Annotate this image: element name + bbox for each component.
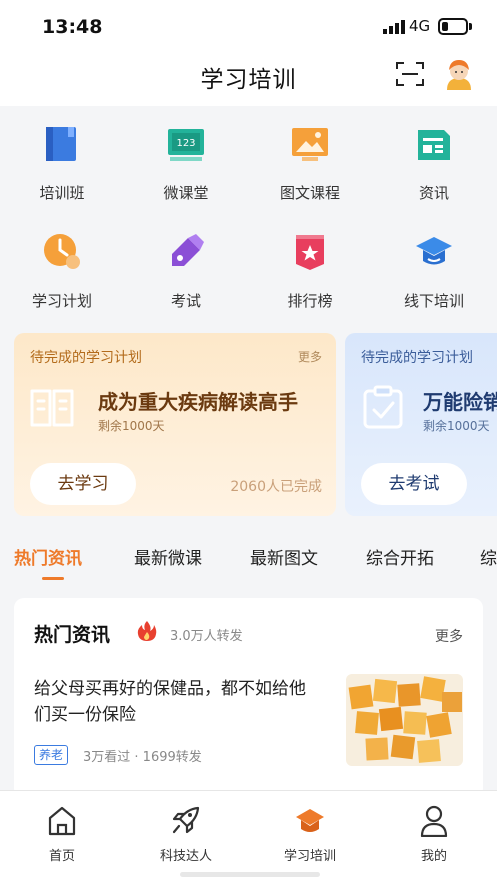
home-indicator [180,872,320,877]
tabbar-item-study-training[interactable]: 学习培训 [248,791,372,871]
go-exam-button[interactable]: 去考试 [361,463,467,505]
grid-label: 微课堂 [163,184,209,202]
news-icon [418,130,450,160]
tabbar-label: 科技达人 [159,849,212,864]
card-more-link[interactable]: 更多 [298,348,322,365]
signal-icon [383,20,405,34]
rocket-icon [172,806,200,834]
grid-label: 线下培训 [403,292,464,310]
scan-icon[interactable] [396,61,424,87]
grid-label: 排行榜 [287,292,333,310]
board-icon: 123 [168,129,204,161]
grid-label: 培训班 [39,184,85,202]
network-label: 4G [409,17,431,35]
tab-comprehensive[interactable]: 综合开拓 [366,544,434,569]
grid-item-leaderboard[interactable]: 排行榜 [248,214,372,314]
article-title[interactable]: 给父母买再好的保健品，都不如给他们买一份保险 [34,676,316,728]
status-time: 13:48 [42,16,103,38]
grid-label: 学习计划 [31,292,92,310]
hot-news-card: 热门资讯 3.0万人转发 更多 给父母买再好的保健品，都不如给他们买一份保险 养… [14,598,483,798]
news-share-count: 3.0万人转发 [170,629,243,644]
tab-underline [42,577,64,580]
grid-item-offline-training[interactable]: 线下培训 [372,214,496,314]
status-bar: 13:48 4G [0,0,497,52]
tabbar-item-home[interactable]: 首页 [0,791,124,871]
avatar[interactable] [444,58,474,90]
bottom-tab-bar: 首页 科技达人 学习培训 我的 [0,790,497,883]
tab-latest-microclass[interactable]: 最新微课 [134,544,202,569]
exam-plan-card[interactable]: 待完成的学习计划 万能险销 剩余1000天 去考试 [345,333,497,516]
tab-hot-news[interactable]: 热门资讯 [14,544,82,569]
home-icon [48,806,76,836]
go-study-button[interactable]: 去学习 [30,463,136,505]
rank-icon [296,235,324,270]
tabbar-item-mine[interactable]: 我的 [372,791,496,871]
grid-item-micro-class[interactable]: 123 微课堂 [124,106,248,206]
clipboard-check-icon [363,385,403,429]
fire-icon [137,621,157,641]
tabbar-item-tech-expert[interactable]: 科技达人 [124,791,248,871]
person-icon [420,805,448,837]
card-completed-count: 2060人已完成 [230,479,322,495]
news-more-link[interactable]: 更多 [435,626,463,646]
tab-latest-articles[interactable]: 最新图文 [250,544,318,569]
pen-icon [172,234,204,266]
card-remaining: 剩余1000天 [423,419,490,433]
graduation-cap-icon [416,237,452,265]
card-title: 成为重大疾病解读高手 [98,390,298,414]
grid-label: 考试 [170,292,201,310]
grid-item-training-class[interactable]: 培训班 [0,106,124,206]
graduation-cap-icon [296,809,324,832]
article-meta: 3万看过 · 1699转发 [83,750,202,765]
book-icon [46,127,76,161]
news-tabs: 热门资讯 最新微课 最新图文 综合开拓 综 [0,530,497,586]
news-section-title: 热门资讯 [34,624,111,646]
battery-icon [438,18,468,35]
article-tag[interactable]: 养老 [34,745,69,765]
clock-icon [44,234,80,269]
tabbar-label: 首页 [48,849,75,864]
svg-text:123: 123 [176,138,195,149]
grid-item-news[interactable]: 资讯 [372,106,496,206]
card-title: 万能险销 [423,390,497,414]
grid-item-exam[interactable]: 考试 [124,214,248,314]
card-label: 待完成的学习计划 [361,350,473,366]
tabbar-label: 我的 [420,849,447,864]
app-header: 学习培训 [0,52,497,106]
feature-grid: 培训班 123 微课堂 图文课程 资讯 学习计划 考试 排行榜 线下培训 [0,106,497,328]
battery-cap [469,23,472,30]
study-plan-card[interactable]: 待完成的学习计划 更多 成为重大疾病解读高手 剩余1000天 去学习 2060人… [14,333,336,516]
grid-item-study-plan[interactable]: 学习计划 [0,214,124,314]
card-label: 待完成的学习计划 [30,350,142,366]
picture-icon [292,128,328,161]
tabbar-label: 学习培训 [283,849,336,864]
grid-label: 资讯 [418,184,449,202]
card-remaining: 剩余1000天 [98,419,165,433]
grid-item-image-course[interactable]: 图文课程 [248,106,372,206]
tab-partial[interactable]: 综 [480,544,497,569]
open-book-icon [30,389,74,427]
grid-label: 图文课程 [279,184,340,202]
article-thumbnail[interactable] [346,674,463,766]
